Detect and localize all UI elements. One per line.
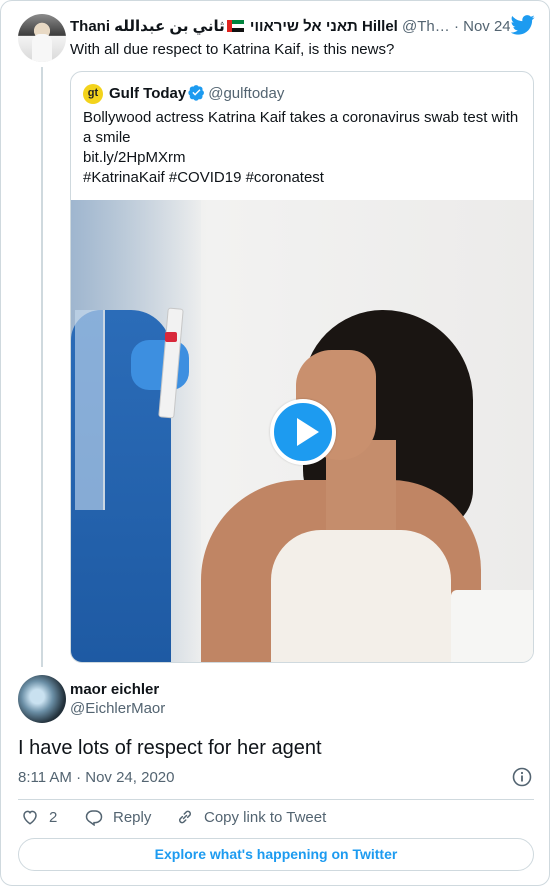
parent-tweet-text: With all due respect to Katrina Kaif, is…: [70, 41, 395, 58]
quoted-handle[interactable]: @gulftoday: [208, 85, 284, 102]
quoted-hashtags[interactable]: #KatrinaKaif #COVID19 #coronatest: [83, 168, 527, 188]
reply-label: Reply: [113, 809, 152, 826]
copy-link-button[interactable]: Copy link to Tweet: [176, 807, 326, 829]
info-icon[interactable]: [512, 767, 532, 787]
parent-tweet-header: Thani תאני אל שיראווי ثاني بن عبدالله Hi…: [70, 17, 510, 37]
twitter-bird-icon[interactable]: [511, 15, 535, 35]
video-thumbnail[interactable]: [71, 200, 533, 662]
quoted-display-name[interactable]: Gulf Today: [109, 85, 186, 102]
link-icon: [179, 810, 191, 824]
heart-icon: [23, 810, 37, 825]
reply-button[interactable]: Reply: [85, 807, 151, 829]
reply-timestamp[interactable]: 8:11 AM · Nov 24, 2020: [18, 768, 174, 788]
video-scene-dress: [271, 530, 451, 662]
parent-display-name-end[interactable]: Hillel: [362, 18, 398, 35]
reply-tweet-text: I have lots of respect for her agent: [18, 737, 322, 759]
like-button[interactable]: 2: [21, 807, 57, 829]
like-count: 2: [49, 809, 58, 826]
verified-badge-icon: [188, 85, 205, 101]
quoted-tweet-header: Gulf Today @gulftoday: [109, 84, 284, 104]
action-divider: [18, 799, 534, 800]
quoted-tweet[interactable]: gt Gulf Today @gulftoday Bollywood actres…: [70, 71, 534, 663]
uae-flag-icon: [226, 20, 244, 32]
reply-avatar[interactable]: [18, 675, 66, 723]
explore-twitter-button[interactable]: Explore what's happening on Twitter: [18, 838, 534, 871]
parent-handle[interactable]: @Th…: [402, 18, 450, 35]
tweet-embed-card: Thani תאני אל שיראווי ثاني بن عبدالله Hi…: [0, 0, 550, 886]
reply-handle[interactable]: @EichlerMaor: [70, 699, 165, 719]
parent-display-name-arabic[interactable]: ثاني بن عبدالله: [114, 18, 225, 35]
parent-date[interactable]: Nov 24, 2020: [463, 18, 510, 35]
parent-tweet[interactable]: Thani תאני אל שיראווי ثاني بن عبدالله Hi…: [1, 1, 549, 671]
parent-avatar[interactable]: [18, 14, 66, 62]
thread-connector-line: [41, 67, 43, 667]
gulf-today-logo[interactable]: gt: [83, 84, 103, 104]
reply-display-name[interactable]: maor eichler: [70, 680, 159, 700]
reply-icon: [85, 810, 103, 827]
video-scene-swab-cap: [165, 332, 177, 342]
play-icon[interactable]: [270, 399, 336, 465]
video-scene-bench: [451, 590, 533, 662]
quoted-tweet-text: Bollywood actress Katrina Kaif takes a c…: [83, 108, 527, 188]
quoted-link[interactable]: bit.ly/2HpMXrm: [83, 148, 527, 168]
header-separator: ·: [453, 18, 459, 35]
quoted-text-line: Bollywood actress Katrina Kaif takes a c…: [83, 109, 523, 146]
copy-link-label: Copy link to Tweet: [204, 809, 327, 826]
